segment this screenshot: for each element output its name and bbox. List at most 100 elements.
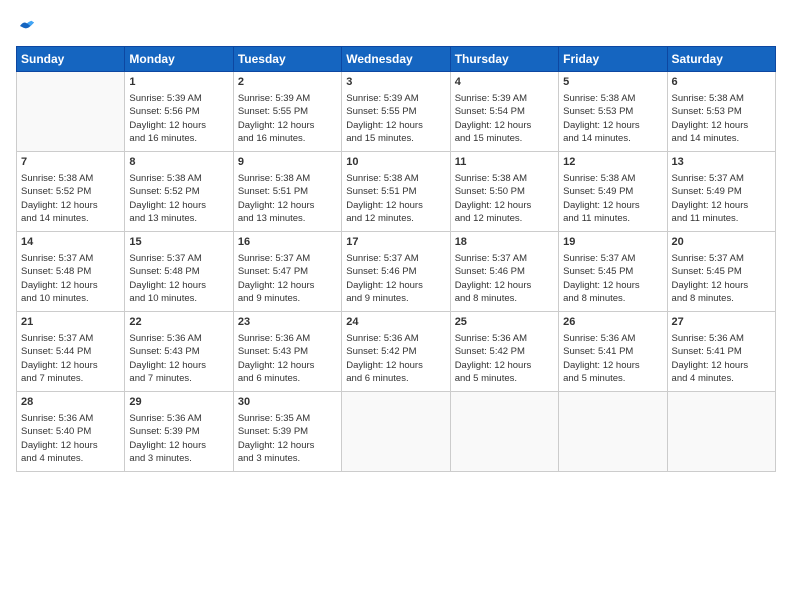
day-number: 13 (672, 155, 771, 170)
day-info: Sunrise: 5:38 AMSunset: 5:49 PMDaylight:… (563, 172, 662, 225)
calendar-cell: 27 Sunrise: 5:36 AMSunset: 5:41 PMDayligh… (667, 311, 775, 391)
calendar-cell: 7 Sunrise: 5:38 AMSunset: 5:52 PMDaylight… (17, 151, 125, 231)
calendar-cell: 30 Sunrise: 5:35 AMSunset: 5:39 PMDayligh… (233, 391, 341, 471)
day-info: Sunrise: 5:36 AMSunset: 5:42 PMDaylight:… (346, 332, 445, 385)
weekday-header-wednesday: Wednesday (342, 46, 450, 71)
week-row-2: 7 Sunrise: 5:38 AMSunset: 5:52 PMDaylight… (17, 151, 776, 231)
day-info: Sunrise: 5:36 AMSunset: 5:41 PMDaylight:… (672, 332, 771, 385)
week-row-1: 1 Sunrise: 5:39 AMSunset: 5:56 PMDaylight… (17, 71, 776, 151)
day-number: 9 (238, 155, 337, 170)
day-info: Sunrise: 5:38 AMSunset: 5:52 PMDaylight:… (21, 172, 120, 225)
calendar-table: SundayMondayTuesdayWednesdayThursdayFrid… (16, 46, 776, 472)
day-number: 1 (129, 75, 228, 90)
weekday-header-sunday: Sunday (17, 46, 125, 71)
day-info: Sunrise: 5:38 AMSunset: 5:53 PMDaylight:… (563, 92, 662, 145)
day-info: Sunrise: 5:37 AMSunset: 5:48 PMDaylight:… (21, 252, 120, 305)
day-number: 7 (21, 155, 120, 170)
day-number: 22 (129, 315, 228, 330)
calendar-cell: 4 Sunrise: 5:39 AMSunset: 5:54 PMDaylight… (450, 71, 558, 151)
day-number: 16 (238, 235, 337, 250)
day-info: Sunrise: 5:36 AMSunset: 5:43 PMDaylight:… (129, 332, 228, 385)
calendar-cell: 10 Sunrise: 5:38 AMSunset: 5:51 PMDayligh… (342, 151, 450, 231)
day-info: Sunrise: 5:37 AMSunset: 5:47 PMDaylight:… (238, 252, 337, 305)
calendar-cell (667, 391, 775, 471)
day-number: 20 (672, 235, 771, 250)
day-info: Sunrise: 5:38 AMSunset: 5:51 PMDaylight:… (238, 172, 337, 225)
calendar-header-row: SundayMondayTuesdayWednesdayThursdayFrid… (17, 46, 776, 71)
day-number: 2 (238, 75, 337, 90)
logo (16, 16, 36, 36)
day-number: 5 (563, 75, 662, 90)
day-number: 30 (238, 395, 337, 410)
weekday-header-thursday: Thursday (450, 46, 558, 71)
day-number: 25 (455, 315, 554, 330)
calendar-cell: 29Sunrise: 5:36 AMSunset: 5:39 PMDayligh… (125, 391, 233, 471)
calendar-cell: 14 Sunrise: 5:37 AMSunset: 5:48 PMDayligh… (17, 231, 125, 311)
weekday-header-tuesday: Tuesday (233, 46, 341, 71)
day-number: 24 (346, 315, 445, 330)
calendar-cell (450, 391, 558, 471)
calendar-cell: 23 Sunrise: 5:36 AMSunset: 5:43 PMDayligh… (233, 311, 341, 391)
day-number: 26 (563, 315, 662, 330)
calendar-cell: 21Sunrise: 5:37 AMSunset: 5:44 PMDayligh… (17, 311, 125, 391)
day-info: Sunrise: 5:37 AMSunset: 5:46 PMDaylight:… (346, 252, 445, 305)
day-number: 29 (129, 395, 228, 410)
day-number: 27 (672, 315, 771, 330)
day-number: 17 (346, 235, 445, 250)
calendar-cell: 22 Sunrise: 5:36 AMSunset: 5:43 PMDayligh… (125, 311, 233, 391)
week-row-3: 14 Sunrise: 5:37 AMSunset: 5:48 PMDayligh… (17, 231, 776, 311)
day-info: Sunrise: 5:37 AMSunset: 5:45 PMDaylight:… (563, 252, 662, 305)
day-number: 4 (455, 75, 554, 90)
day-number: 3 (346, 75, 445, 90)
calendar-cell: 9 Sunrise: 5:38 AMSunset: 5:51 PMDaylight… (233, 151, 341, 231)
weekday-header-monday: Monday (125, 46, 233, 71)
day-info: Sunrise: 5:35 AMSunset: 5:39 PMDaylight:… (238, 412, 337, 465)
day-number: 28 (21, 395, 120, 410)
day-info: Sunrise: 5:38 AMSunset: 5:52 PMDaylight:… (129, 172, 228, 225)
calendar-cell: 6 Sunrise: 5:38 AMSunset: 5:53 PMDaylight… (667, 71, 775, 151)
day-info: Sunrise: 5:36 AMSunset: 5:42 PMDaylight:… (455, 332, 554, 385)
day-info: Sunrise: 5:38 AMSunset: 5:51 PMDaylight:… (346, 172, 445, 225)
day-number: 10 (346, 155, 445, 170)
day-number: 12 (563, 155, 662, 170)
day-number: 21 (21, 315, 120, 330)
calendar-cell: 13Sunrise: 5:37 AMSunset: 5:49 PMDayligh… (667, 151, 775, 231)
day-number: 6 (672, 75, 771, 90)
calendar-cell: 28Sunrise: 5:36 AMSunset: 5:40 PMDayligh… (17, 391, 125, 471)
calendar-cell: 11 Sunrise: 5:38 AMSunset: 5:50 PMDayligh… (450, 151, 558, 231)
calendar-cell: 15Sunrise: 5:37 AMSunset: 5:48 PMDayligh… (125, 231, 233, 311)
day-number: 8 (129, 155, 228, 170)
calendar-cell: 16 Sunrise: 5:37 AMSunset: 5:47 PMDayligh… (233, 231, 341, 311)
logo-bird-icon (18, 19, 36, 33)
day-info: Sunrise: 5:39 AMSunset: 5:55 PMDaylight:… (346, 92, 445, 145)
calendar-cell: 8 Sunrise: 5:38 AMSunset: 5:52 PMDaylight… (125, 151, 233, 231)
weekday-header-friday: Friday (559, 46, 667, 71)
calendar-cell: 25 Sunrise: 5:36 AMSunset: 5:42 PMDayligh… (450, 311, 558, 391)
calendar-cell (342, 391, 450, 471)
day-number: 11 (455, 155, 554, 170)
day-info: Sunrise: 5:39 AMSunset: 5:55 PMDaylight:… (238, 92, 337, 145)
day-number: 14 (21, 235, 120, 250)
calendar-cell: 17 Sunrise: 5:37 AMSunset: 5:46 PMDayligh… (342, 231, 450, 311)
page-header (16, 16, 776, 36)
calendar-cell: 3 Sunrise: 5:39 AMSunset: 5:55 PMDaylight… (342, 71, 450, 151)
day-number: 23 (238, 315, 337, 330)
day-info: Sunrise: 5:36 AMSunset: 5:43 PMDaylight:… (238, 332, 337, 385)
day-info: Sunrise: 5:38 AMSunset: 5:50 PMDaylight:… (455, 172, 554, 225)
day-info: Sunrise: 5:37 AMSunset: 5:45 PMDaylight:… (672, 252, 771, 305)
day-info: Sunrise: 5:38 AMSunset: 5:53 PMDaylight:… (672, 92, 771, 145)
calendar-cell: 1 Sunrise: 5:39 AMSunset: 5:56 PMDaylight… (125, 71, 233, 151)
day-info: Sunrise: 5:37 AMSunset: 5:48 PMDaylight:… (129, 252, 228, 305)
calendar-cell (17, 71, 125, 151)
week-row-5: 28Sunrise: 5:36 AMSunset: 5:40 PMDayligh… (17, 391, 776, 471)
day-info: Sunrise: 5:37 AMSunset: 5:46 PMDaylight:… (455, 252, 554, 305)
calendar-cell: 19Sunrise: 5:37 AMSunset: 5:45 PMDayligh… (559, 231, 667, 311)
calendar-cell: 20 Sunrise: 5:37 AMSunset: 5:45 PMDayligh… (667, 231, 775, 311)
logo-general (16, 16, 36, 36)
calendar-cell: 12 Sunrise: 5:38 AMSunset: 5:49 PMDayligh… (559, 151, 667, 231)
week-row-4: 21Sunrise: 5:37 AMSunset: 5:44 PMDayligh… (17, 311, 776, 391)
day-info: Sunrise: 5:39 AMSunset: 5:54 PMDaylight:… (455, 92, 554, 145)
calendar-cell: 18Sunrise: 5:37 AMSunset: 5:46 PMDayligh… (450, 231, 558, 311)
day-info: Sunrise: 5:39 AMSunset: 5:56 PMDaylight:… (129, 92, 228, 145)
calendar-cell: 24 Sunrise: 5:36 AMSunset: 5:42 PMDayligh… (342, 311, 450, 391)
